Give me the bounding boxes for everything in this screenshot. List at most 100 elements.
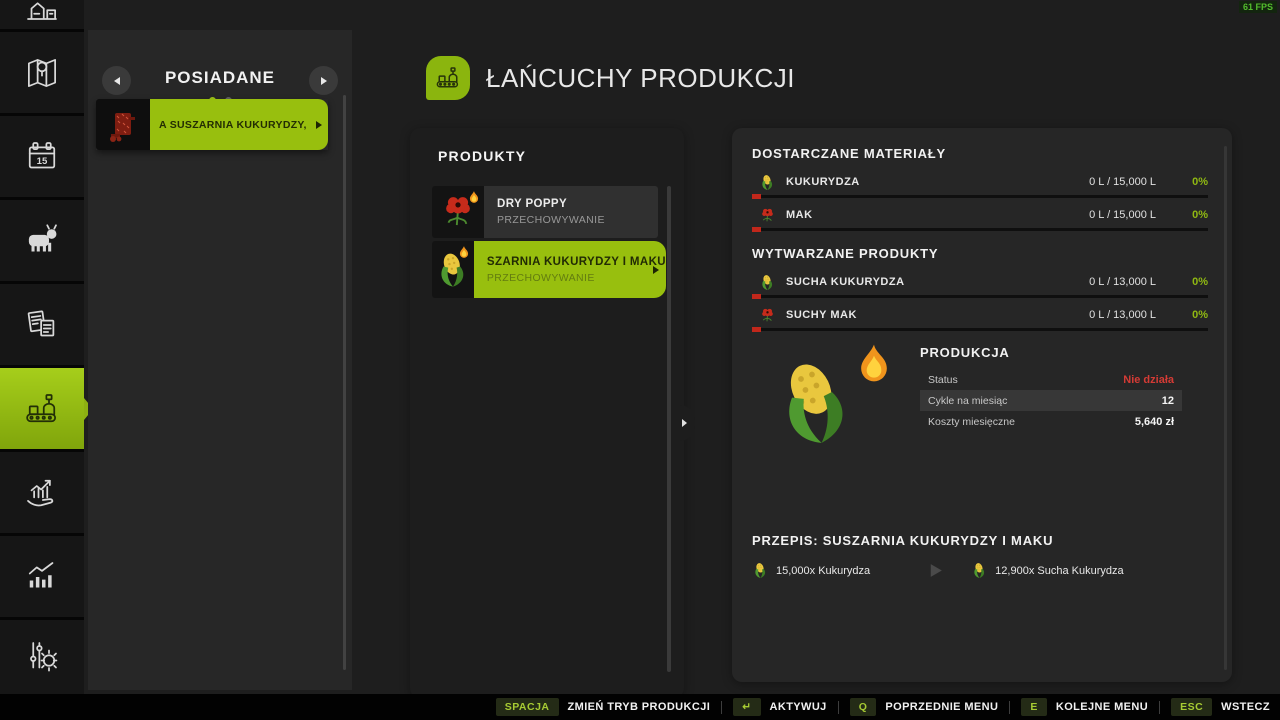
corn-icon <box>752 562 769 579</box>
production-info: PRODUKCJA Status Nie działa Cykle na mie… <box>920 345 1182 463</box>
expand-details-tab[interactable] <box>674 405 695 441</box>
details-scrollbar[interactable] <box>1224 146 1227 670</box>
arrow-right-icon <box>926 561 945 580</box>
product-subtitle: PRZECHOWYWANIE <box>486 271 595 284</box>
map-icon <box>28 58 56 87</box>
product-item-body: SZARNIA KUKURYDZY I MAKU PRZECHOWYWANIE <box>473 241 666 298</box>
production-title: PRODUKCJA <box>920 345 1010 360</box>
production-chains-badge <box>426 56 470 100</box>
dried-poppy-icon <box>759 307 776 324</box>
fps-counter: 61 FPS <box>1238 1 1277 13</box>
divider <box>1159 700 1161 714</box>
owned-scrollbar[interactable] <box>343 95 346 670</box>
divider <box>837 700 839 714</box>
material-percent: 0% <box>1192 309 1208 321</box>
table-row-status: Status Nie działa <box>920 369 1182 390</box>
shortcut-label: POPRZEDNIE MENU <box>885 701 999 713</box>
key-badge-q[interactable]: Q <box>849 698 877 716</box>
inputs-title: DOSTARCZANE MATERIAŁY <box>752 146 946 161</box>
svg-text:15: 15 <box>37 156 48 167</box>
key-badge-enter[interactable]: ↵ <box>733 698 761 716</box>
material-name: MAK <box>786 209 813 221</box>
poppy-icon <box>759 207 776 224</box>
material-percent: 0% <box>1192 176 1208 188</box>
products-scrollbar[interactable] <box>667 186 671 672</box>
material-percent: 0% <box>1192 276 1208 288</box>
sidebar-item-calendar[interactable]: 15 <box>0 116 84 197</box>
settings-icon <box>30 642 58 672</box>
next-page-button[interactable] <box>309 66 338 95</box>
dried-corn-icon <box>759 274 776 291</box>
owned-panel: POSIADANE A SUSZARNIA KUKURYDZY, MA <box>88 30 352 690</box>
corn-thumbnail <box>432 241 474 298</box>
fill-level-bar <box>752 327 1208 332</box>
sidebar-item-map[interactable] <box>0 32 84 113</box>
flame-icon <box>852 339 896 387</box>
cow-icon <box>28 223 57 251</box>
product-item-body: DRY POPPY PRZECHOWYWANIE <box>484 186 658 238</box>
details-panel: DOSTARCZANE MATERIAŁY KUKURYDZA 0 L / 15… <box>732 128 1232 682</box>
sidebar-item-production[interactable] <box>0 368 93 449</box>
divider <box>1009 700 1011 714</box>
corn-icon <box>759 174 776 191</box>
divider <box>721 700 723 714</box>
shortcut-label: KOLEJNE MENU <box>1055 701 1149 713</box>
shortcut-next-menu[interactable]: E KOLEJNE MENU <box>1021 698 1148 716</box>
material-row: SUCHA KUKURYDZA 0 L / 13,000 L 0% <box>752 270 1208 294</box>
shortcut-label: ZMIEŃ TRYB PRODUKCJI <box>567 701 711 713</box>
product-name: DRY POPPY <box>497 198 568 210</box>
costs-value: 5,640 zł <box>1134 415 1174 428</box>
recipe-output-text: 12,900x Sucha Kukurydza <box>995 564 1124 577</box>
sidebar-item-settings[interactable] <box>0 620 84 694</box>
product-item-corn-poppy-dryer[interactable]: SZARNIA KUKURYDZY I MAKU PRZECHOWYWANIE <box>432 241 666 298</box>
key-badge-e[interactable]: E <box>1021 698 1047 716</box>
calendar-icon: 15 <box>28 141 56 168</box>
keybind-bar: SPACJA ZMIEŃ TRYB PRODUKCJI ↵ AKTYWUJ Q … <box>0 694 1280 720</box>
key-badge-space[interactable]: SPACJA <box>495 698 559 716</box>
shortcut-back[interactable]: ESC WSTECZ <box>1171 698 1270 716</box>
recipe-title: PRZEPIS: SUSZARNIA KUKURYDZY I MAKU <box>752 533 1054 548</box>
recipe-input-text: 15,000x Kukurydza <box>776 564 871 577</box>
product-subtitle: PRZECHOWYWANIE <box>497 214 605 226</box>
shortcut-change-production-mode[interactable]: SPACJA ZMIEŃ TRYB PRODUKCJI <box>495 698 711 716</box>
arrow-right-icon <box>653 265 659 274</box>
material-name: KUKURYDZA <box>786 176 860 188</box>
material-name: SUCHY MAK <box>786 309 857 321</box>
hand-chart-icon <box>27 479 54 506</box>
production-section: PRODUKCJA Status Nie działa Cykle na mie… <box>752 345 1208 463</box>
poppy-thumbnail <box>432 186 484 238</box>
material-amount: 0 L / 13,000 L <box>1089 309 1156 321</box>
corn-fire-illustration <box>752 345 920 463</box>
key-badge-esc[interactable]: ESC <box>1171 698 1213 716</box>
shortcut-label: WSTECZ <box>1221 701 1270 713</box>
flame-icon <box>457 245 471 259</box>
shortcut-previous-menu[interactable]: Q POPRZEDNIE MENU <box>849 698 999 716</box>
sidebar-item-animals[interactable] <box>0 200 84 281</box>
prev-page-button[interactable] <box>102 66 131 95</box>
main-menu-sidebar: 15 <box>0 0 93 694</box>
product-item-dry-poppy[interactable]: DRY POPPY PRZECHOWYWANIE <box>432 186 658 238</box>
production-chains-screen: 61 FPS 15 POSIADANE A SUSZARNIA KUKURYDZ… <box>0 0 1280 720</box>
sidebar-item-contracts[interactable] <box>0 284 84 365</box>
recipe-output: 12,900x Sucha Kukurydza <box>971 562 1124 579</box>
fill-level-bar <box>752 294 1208 299</box>
row-label: Koszty miesięczne <box>928 415 1015 428</box>
material-amount: 0 L / 15,000 L <box>1089 176 1156 188</box>
owned-production-item[interactable]: A SUSZARNIA KUKURYDZY, MA <box>96 99 328 150</box>
sidebar-item-finances[interactable] <box>0 452 84 533</box>
farm-icon <box>27 1 57 20</box>
dryer-machine-icon <box>103 105 143 145</box>
arrow-right-icon <box>316 120 322 129</box>
row-label: Cykle na miesiąc <box>928 394 1008 407</box>
material-row: MAK 0 L / 15,000 L 0% <box>752 203 1208 227</box>
sidebar-item-farm[interactable] <box>0 0 84 29</box>
production-chains-icon <box>436 67 459 88</box>
cycles-value: 12 <box>1161 394 1174 407</box>
recipe-input: 15,000x Kukurydza <box>752 562 870 579</box>
material-row: KUKURYDZA 0 L / 15,000 L 0% <box>752 170 1208 194</box>
recipe-row: 15,000x Kukurydza 12,900x Sucha Kukurydz… <box>752 561 1208 580</box>
recipe-section: PRZEPIS: SUSZARNIA KUKURYDZY I MAKU 15,0… <box>752 533 1208 580</box>
shortcut-activate[interactable]: ↵ AKTYWUJ <box>733 698 827 716</box>
page-title: ŁAŃCUCHY PRODUKCJI <box>486 62 796 93</box>
sidebar-item-statistics[interactable] <box>0 536 84 617</box>
